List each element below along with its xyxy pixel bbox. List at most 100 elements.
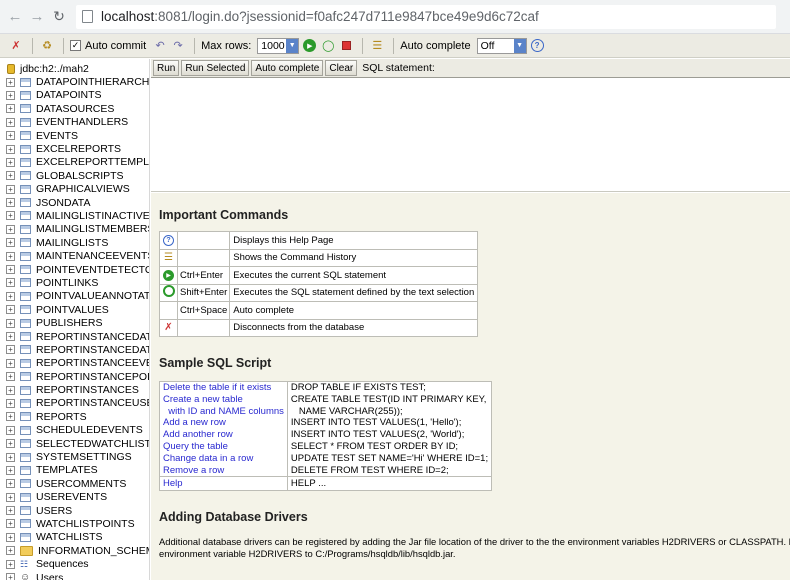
url-bar[interactable]: localhost:8081/login.do?jsessionid=f0afc… — [76, 4, 776, 29]
tree-item-table[interactable]: + GRAPHICALVIEWS — [0, 183, 149, 196]
expand-icon[interactable]: + — [6, 345, 15, 355]
stop-icon[interactable] — [338, 38, 354, 54]
expand-icon[interactable]: + — [6, 305, 15, 315]
script-link[interactable]: Add a new row — [159, 417, 288, 430]
expand-icon[interactable]: + — [6, 532, 15, 542]
auto-commit-checkbox[interactable]: ✓ — [70, 40, 81, 51]
forward-arrow-icon[interactable]: → — [28, 7, 46, 27]
tree-item-table[interactable]: + DATAPOINTS — [0, 89, 149, 102]
expand-icon[interactable]: + — [6, 506, 15, 516]
disconnect-icon[interactable]: ✗ — [8, 38, 24, 54]
expand-icon[interactable]: + — [6, 184, 15, 194]
script-link[interactable]: Change data in a row — [159, 452, 288, 465]
tree-item-table[interactable]: + POINTVALUEANNOTATIONS — [0, 290, 149, 303]
tree-item-table[interactable]: + POINTVALUES — [0, 303, 149, 316]
expand-icon[interactable]: + — [6, 358, 15, 368]
script-link[interactable]: Remove a row — [159, 464, 288, 477]
expand-icon[interactable]: + — [6, 77, 15, 87]
expand-icon[interactable]: + — [6, 573, 15, 580]
expand-icon[interactable]: + — [6, 546, 15, 556]
tree-item-users[interactable]: + ☺ Users — [0, 571, 149, 580]
tree-item-table[interactable]: + JSONDATA — [0, 196, 149, 209]
tree-item-table[interactable]: + TEMPLATES — [0, 464, 149, 477]
auto-complete-button[interactable]: Auto complete — [251, 60, 324, 76]
script-link[interactable]: Create a new table — [159, 393, 288, 406]
tree-item-table[interactable]: + POINTEVENTDETECTORS — [0, 263, 149, 276]
tree-item-table[interactable]: + PUBLISHERS — [0, 316, 149, 329]
history-icon[interactable]: ☰ — [369, 38, 385, 54]
tree-item-table[interactable]: + EVENTHANDLERS — [0, 116, 149, 129]
tree-item-table[interactable]: + SYSTEMSETTINGS — [0, 450, 149, 463]
tree-item-table[interactable]: + POINTLINKS — [0, 276, 149, 289]
tree-item-table[interactable]: + USERS — [0, 504, 149, 517]
expand-icon[interactable]: + — [6, 318, 15, 328]
script-link[interactable]: Query the table — [159, 440, 288, 453]
expand-icon[interactable]: + — [6, 117, 15, 127]
tree-root[interactable]: jdbc:h2:./mah2 — [0, 62, 149, 75]
clear-button[interactable]: Clear — [325, 60, 358, 76]
tree-item-table[interactable]: + SELECTEDWATCHLIST — [0, 437, 149, 450]
expand-icon[interactable]: + — [6, 452, 15, 462]
expand-icon[interactable]: + — [6, 171, 15, 181]
tree-item-table[interactable]: + REPORTINSTANCEDATAANNOTATIONS — [0, 343, 149, 356]
tree-item-table[interactable]: + MAILINGLISTINACTIVE — [0, 209, 149, 222]
tree-item-table[interactable]: + REPORTINSTANCEPOINTS — [0, 370, 149, 383]
expand-icon[interactable]: + — [6, 211, 15, 221]
tree-item-table[interactable]: + MAILINGLISTMEMBERS — [0, 223, 149, 236]
expand-icon[interactable]: + — [6, 265, 15, 275]
tree-item-table[interactable]: + WATCHLISTS — [0, 531, 149, 544]
expand-icon[interactable]: + — [6, 278, 15, 288]
script-link[interactable]: Add another row — [159, 429, 288, 441]
tree-item-table[interactable]: + SCHEDULEDEVENTS — [0, 424, 149, 437]
tree-item-table[interactable]: + MAINTENANCEEVENTS — [0, 249, 149, 262]
expand-icon[interactable]: + — [6, 479, 15, 489]
expand-icon[interactable]: + — [6, 90, 15, 100]
script-link[interactable]: Delete the table if it exists — [159, 381, 288, 394]
tree-item-table[interactable]: + USEREVENTS — [0, 491, 149, 504]
expand-icon[interactable]: + — [6, 198, 15, 208]
expand-icon[interactable]: + — [6, 157, 15, 167]
expand-icon[interactable]: + — [6, 439, 15, 449]
expand-icon[interactable]: + — [6, 465, 15, 475]
expand-icon[interactable]: + — [6, 104, 15, 114]
expand-icon[interactable]: + — [6, 519, 15, 529]
run-selected-icon[interactable]: ◯ — [320, 38, 336, 54]
commit-icon[interactable]: ↷ — [170, 38, 186, 54]
expand-icon[interactable]: + — [6, 144, 15, 154]
reload-icon[interactable]: ↻ — [50, 7, 68, 27]
tree-item-table[interactable]: + DATAPOINTHIERARCHY — [0, 75, 149, 88]
run-button[interactable]: Run — [153, 60, 180, 76]
tree-item-table[interactable]: + USERCOMMENTS — [0, 477, 149, 490]
expand-icon[interactable]: + — [6, 412, 15, 422]
tree-item-table[interactable]: + REPORTS — [0, 410, 149, 423]
refresh-icon[interactable]: ♻ — [39, 38, 55, 54]
tree-item-table[interactable]: + EXCELREPORTS — [0, 142, 149, 155]
expand-icon[interactable]: + — [6, 131, 15, 141]
tree-item-schema[interactable]: + INFORMATION_SCHEMA — [0, 544, 149, 557]
tree-item-table[interactable]: + REPORTINSTANCES — [0, 383, 149, 396]
tree-item-table[interactable]: + REPORTINSTANCEDATA — [0, 330, 149, 343]
expand-icon[interactable]: + — [6, 559, 15, 569]
expand-icon[interactable]: + — [6, 372, 15, 382]
rollback-icon[interactable]: ↶ — [152, 38, 168, 54]
tree-item-table[interactable]: + REPORTINSTANCEEVENTS — [0, 357, 149, 370]
expand-icon[interactable]: + — [6, 398, 15, 408]
tree-item-table[interactable]: + REPORTINSTANCEUSERCOMMENTS — [0, 397, 149, 410]
tree-item-table[interactable]: + EVENTS — [0, 129, 149, 142]
tree-item-table[interactable]: + MAILINGLISTS — [0, 236, 149, 249]
run-icon[interactable]: ▶ — [303, 39, 317, 52]
expand-icon[interactable]: + — [6, 251, 15, 261]
expand-icon[interactable]: + — [6, 332, 15, 341]
auto-complete-select[interactable]: Off ▼ — [476, 37, 527, 54]
expand-icon[interactable]: + — [6, 224, 15, 234]
expand-icon[interactable]: + — [6, 425, 15, 435]
run-selected-button[interactable]: Run Selected — [181, 60, 250, 76]
tree-item-sequences[interactable]: + ☷ Sequences — [0, 557, 149, 570]
max-rows-select[interactable]: 1000 ▼ — [257, 37, 300, 54]
expand-icon[interactable]: + — [6, 291, 15, 301]
help-icon[interactable]: ? — [530, 39, 544, 52]
back-arrow-icon[interactable]: ← — [6, 7, 24, 27]
tree-item-table[interactable]: + WATCHLISTPOINTS — [0, 517, 149, 530]
tree-item-table[interactable]: + GLOBALSCRIPTS — [0, 169, 149, 182]
help-link[interactable]: Help — [159, 476, 288, 491]
